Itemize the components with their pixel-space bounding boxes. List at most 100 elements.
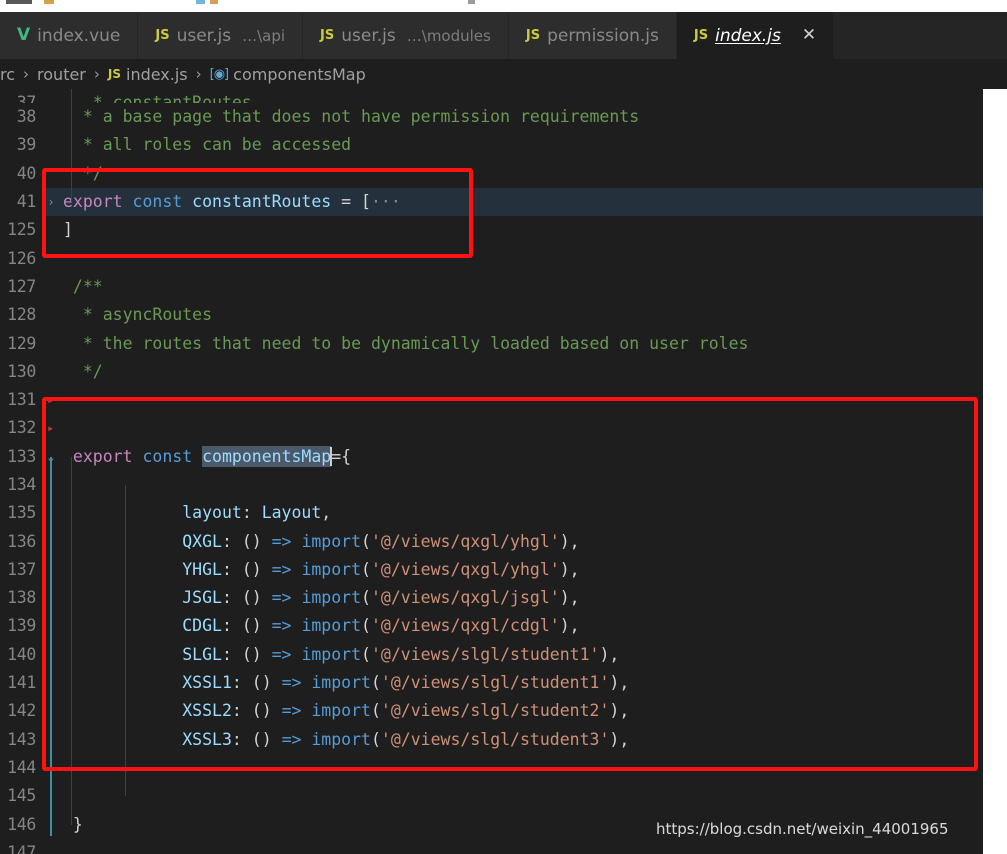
js-file-icon: JS bbox=[693, 28, 709, 43]
line-number: 135 bbox=[7, 503, 36, 523]
code-token: '@/views/qxgl/jsgl' bbox=[370, 588, 560, 608]
code-text: YHGL: () => import('@/views/qxgl/yhgl'), bbox=[63, 556, 983, 584]
code-line[interactable]: 40 */ bbox=[0, 160, 983, 188]
code-line[interactable]: 41 › export const constantRoutes = [··· bbox=[0, 188, 983, 217]
code-line[interactable]: 129 * the routes that need to be dynamic… bbox=[0, 330, 983, 358]
code-token: ( bbox=[361, 588, 371, 608]
code-text: * the routes that need to be dynamically… bbox=[63, 330, 983, 358]
code-token: import bbox=[311, 673, 371, 693]
editor-tab-index-js[interactable]: JS index.js ✕ bbox=[676, 12, 835, 59]
code-token: * all roles can be accessed bbox=[63, 135, 352, 155]
close-icon[interactable]: ✕ bbox=[802, 27, 816, 44]
code-token: import bbox=[311, 701, 371, 721]
code-text: layout: Layout, bbox=[63, 499, 983, 527]
code-token: => bbox=[271, 588, 302, 608]
breakpoint-marker-icon[interactable]: ▸ bbox=[47, 386, 54, 414]
code-token: => bbox=[271, 559, 302, 579]
code-token: ··· bbox=[370, 192, 401, 212]
selected-token: componentsMap bbox=[202, 445, 332, 467]
code-token: * the routes that need to be dynamically… bbox=[63, 333, 749, 353]
fold-arrow-closed-icon[interactable]: › bbox=[44, 188, 58, 216]
code-line[interactable]: 37 * constantRoutes bbox=[0, 89, 983, 103]
code-token: => bbox=[271, 616, 302, 636]
line-number: 140 bbox=[7, 644, 36, 664]
code-token: => bbox=[271, 531, 302, 551]
code-line[interactable]: 132 ▸ bbox=[0, 414, 983, 442]
editor-tab-index-vue[interactable]: Vindex.vue bbox=[0, 12, 139, 59]
code-token: '@/views/slgl/student1' bbox=[380, 673, 610, 693]
code-line[interactable]: 131 ▸ bbox=[0, 386, 983, 414]
code-line[interactable]: 127 /** bbox=[0, 273, 983, 301]
code-line[interactable]: 126 bbox=[0, 245, 983, 273]
tab-label: index.js bbox=[715, 25, 781, 46]
line-number: 130 bbox=[7, 361, 36, 381]
code-line[interactable]: 138 JSGL: () => import('@/views/qxgl/jsg… bbox=[0, 584, 983, 612]
js-file-icon: JS bbox=[525, 28, 541, 43]
chrome-ghost-5 bbox=[468, 0, 475, 4]
code-line[interactable]: 125] bbox=[0, 216, 983, 244]
tab-path-hint: …\api bbox=[242, 26, 286, 45]
breadcrumb-item-router[interactable]: router bbox=[37, 65, 86, 84]
editor-tab-user-js[interactable]: JS user.js …\api bbox=[138, 12, 304, 59]
code-text: */ bbox=[63, 358, 983, 386]
code-token: ( bbox=[370, 729, 381, 749]
code-token: '@/views/qxgl/yhgl' bbox=[370, 531, 560, 551]
code-token: : () bbox=[221, 559, 272, 579]
breadcrumb-item-src[interactable]: rc bbox=[0, 65, 15, 84]
code-line[interactable]: 39 * all roles can be accessed bbox=[0, 131, 983, 159]
code-line[interactable]: 137 YHGL: () => import('@/views/qxgl/yhg… bbox=[0, 556, 983, 584]
code-token: : bbox=[241, 503, 262, 523]
code-token: import bbox=[301, 531, 362, 551]
code-line[interactable]: 143 XSSL3: () => import('@/views/slgl/st… bbox=[0, 726, 983, 754]
folding-region-indicator bbox=[50, 456, 52, 837]
code-token: : () bbox=[221, 588, 272, 608]
code-text: QXGL: () => import('@/views/qxgl/yhgl'), bbox=[63, 528, 983, 556]
code-line[interactable]: 141 XSSL1: () => import('@/views/slgl/st… bbox=[0, 669, 983, 697]
code-line[interactable]: 38 * a base page that does not have perm… bbox=[0, 103, 983, 131]
code-token: ( bbox=[361, 644, 371, 664]
code-token: export bbox=[63, 192, 133, 212]
code-line[interactable]: 139 CDGL: () => import('@/views/qxgl/cdg… bbox=[0, 612, 983, 640]
breadcrumb-item-indexjs[interactable]: JS index.js bbox=[108, 65, 188, 84]
code-line[interactable]: 128 * asyncRoutes bbox=[0, 301, 983, 329]
code-token: * a base page that does not have permiss… bbox=[63, 107, 640, 127]
code-token: ( bbox=[361, 616, 371, 636]
code-line[interactable]: 144 bbox=[0, 754, 983, 782]
code-token: export bbox=[63, 446, 143, 466]
code-token: ] bbox=[63, 220, 73, 240]
code-line[interactable]: 142 XSSL2: () => import('@/views/slgl/st… bbox=[0, 697, 983, 725]
code-line[interactable]: 136 QXGL: () => import('@/views/qxgl/yhg… bbox=[0, 528, 983, 556]
code-line[interactable]: 133⌄ export const componentsMap={ bbox=[0, 443, 983, 471]
breakpoint-marker-icon[interactable]: ▸ bbox=[47, 414, 54, 442]
code-line[interactable]: 130 */ bbox=[0, 358, 983, 386]
code-token: XSSL3 bbox=[63, 729, 232, 749]
code-line[interactable]: 135 layout: Layout, bbox=[0, 499, 983, 527]
code-text: * asyncRoutes bbox=[63, 301, 983, 329]
editor-tab-permission-js[interactable]: JS permission.js bbox=[508, 12, 677, 59]
code-line[interactable]: 140 SLGL: () => import('@/views/slgl/stu… bbox=[0, 641, 983, 669]
code-line[interactable]: 145 bbox=[0, 782, 983, 810]
editor-tab-bar: Vindex.vue JS user.js …\api JS user.js …\modul… bbox=[0, 12, 1007, 59]
code-token: import bbox=[301, 644, 362, 664]
code-line[interactable]: 134 bbox=[0, 471, 983, 499]
code-token: : () bbox=[231, 729, 282, 749]
editor-tab-user-js[interactable]: JS user.js …\modules bbox=[303, 12, 509, 59]
breadcrumb-item-componentsMap[interactable]: [◉] componentsMap bbox=[210, 65, 366, 84]
code-token: import bbox=[301, 559, 362, 579]
code-token: import bbox=[301, 616, 362, 636]
line-number: 136 bbox=[7, 531, 36, 551]
chevron-right-icon: › bbox=[23, 65, 30, 83]
js-file-icon: JS bbox=[155, 28, 170, 43]
code-line[interactable]: 147 bbox=[0, 839, 983, 854]
code-text: XSSL3: () => import('@/views/slgl/studen… bbox=[63, 726, 983, 754]
code-editor[interactable]: 37 * constantRoutes 38 * a base page that… bbox=[0, 89, 1007, 854]
editor-text-area[interactable]: 37 * constantRoutes 38 * a base page that… bbox=[0, 89, 983, 854]
vue-file-icon: V bbox=[17, 25, 31, 45]
line-number: 133 bbox=[7, 446, 36, 466]
code-token: : () bbox=[231, 701, 282, 721]
code-token: ( bbox=[370, 701, 381, 721]
line-number: 141 bbox=[7, 673, 36, 693]
line-number: 147 bbox=[7, 842, 36, 854]
code-text: * constantRoutes bbox=[63, 89, 983, 103]
code-text: CDGL: () => import('@/views/qxgl/cdgl'), bbox=[63, 612, 983, 640]
